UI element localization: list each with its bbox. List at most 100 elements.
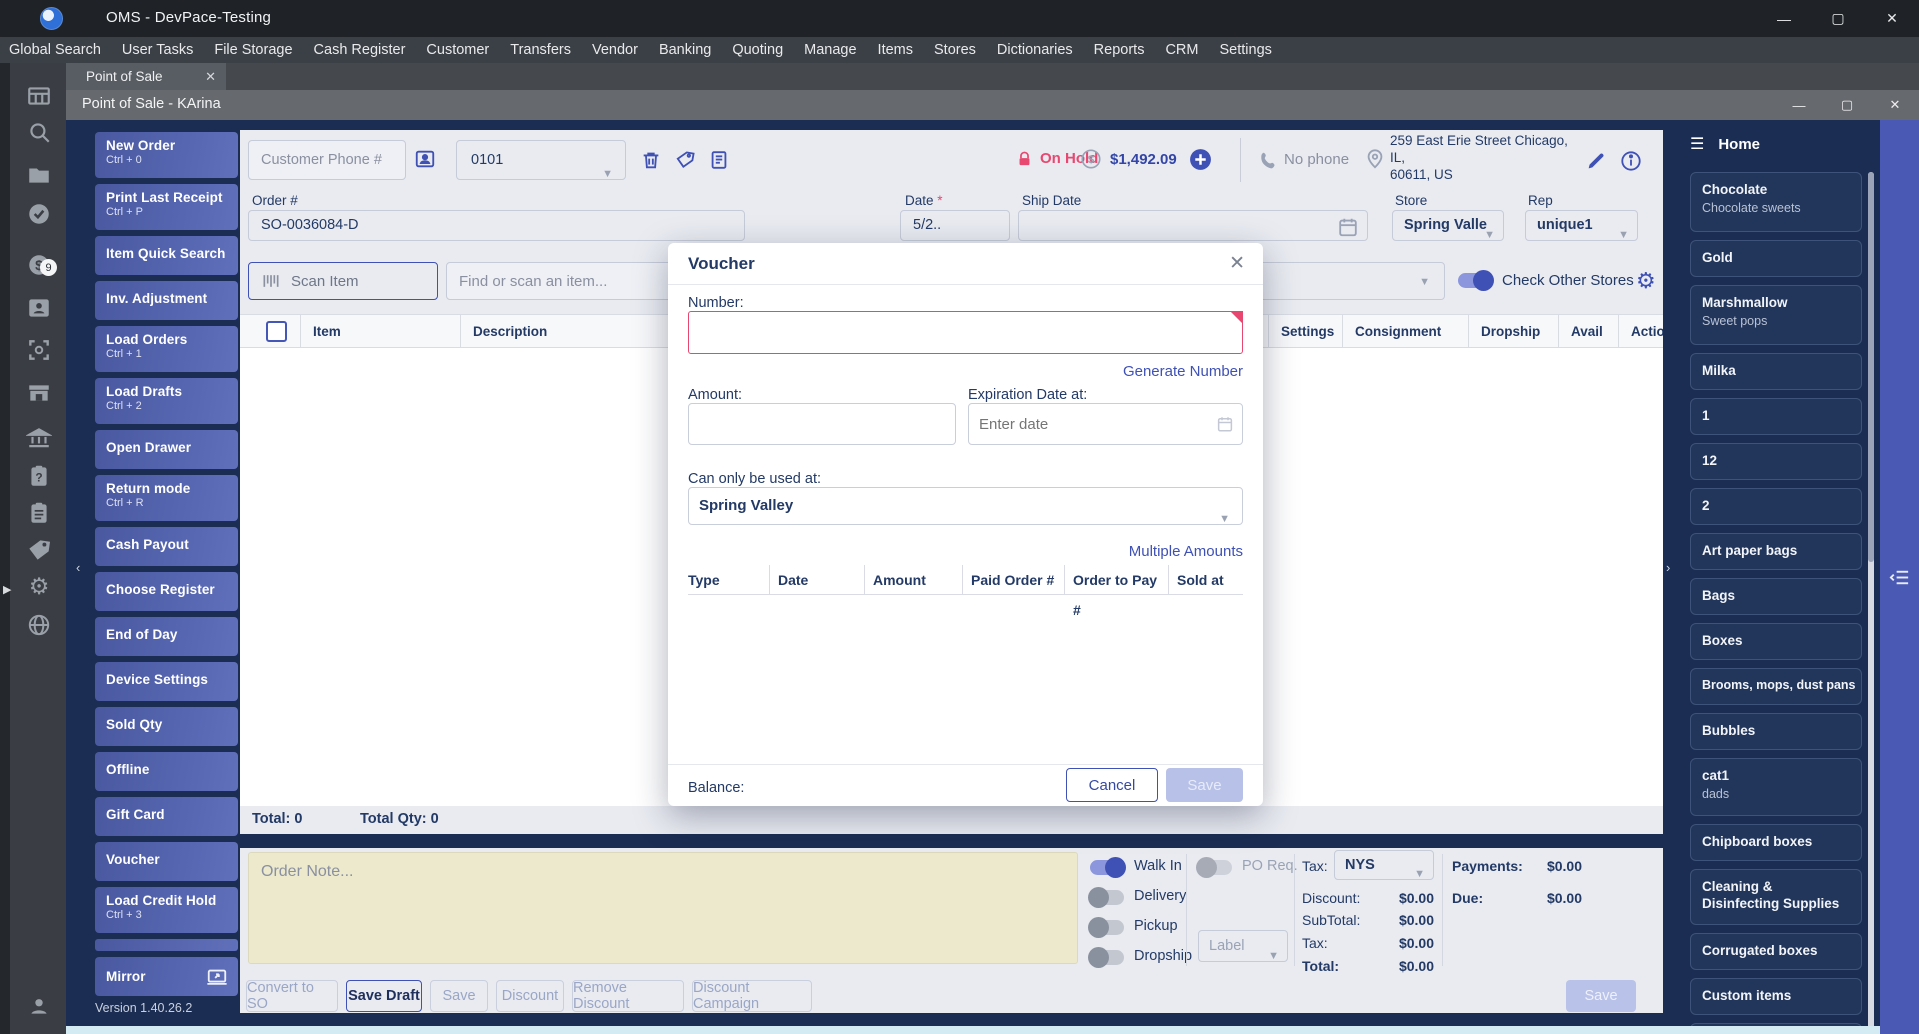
return-mode-button[interactable]: Return mode Ctrl + R (95, 475, 238, 521)
catalog-scrollbar[interactable] (1868, 172, 1874, 1034)
generate-number-link[interactable]: Generate Number (1123, 363, 1243, 380)
scrollbar-thumb[interactable] (1868, 172, 1874, 562)
minimize-button[interactable]: — (1757, 0, 1811, 37)
pickup-toggle[interactable] (1088, 917, 1124, 938)
customer-card-button[interactable] (414, 148, 436, 175)
catalog-item-2[interactable]: 2 (1690, 488, 1862, 525)
col-avail[interactable]: Avail (1558, 315, 1618, 349)
voucher-button[interactable]: Voucher (95, 842, 238, 881)
delete-order-icon[interactable] (640, 149, 662, 176)
load-orders-button[interactable]: Load Orders Ctrl + 1 (95, 326, 238, 372)
contact-card-icon[interactable] (26, 295, 52, 321)
menu-cash-register[interactable]: Cash Register (314, 42, 406, 58)
payment-save-button[interactable]: Save (1566, 980, 1636, 1012)
maximize-button[interactable]: ▢ (1811, 0, 1865, 37)
po-req-toggle[interactable] (1196, 857, 1232, 878)
offline-button[interactable]: Offline (95, 752, 238, 791)
customer-phone-input[interactable] (248, 140, 406, 180)
catalog-item-bubbles[interactable]: Bubbles (1690, 713, 1862, 750)
tag-rail-icon[interactable] (26, 537, 52, 563)
collapse-list-icon[interactable] (1888, 566, 1911, 589)
scan-frame-icon[interactable] (26, 337, 52, 363)
catalog-item-corrugated-boxes[interactable]: Corrugated boxes (1690, 933, 1862, 970)
menu-stores[interactable]: Stores (934, 42, 976, 58)
save-button[interactable]: Save (1166, 768, 1243, 802)
gear-rail-icon[interactable]: ⚙ (26, 574, 52, 600)
menu-dictionaries[interactable]: Dictionaries (997, 42, 1073, 58)
load-credit-hold-button[interactable]: Load Credit Hold Ctrl + 3 (95, 887, 238, 933)
select-all-checkbox[interactable] (266, 321, 287, 342)
col-settings[interactable]: Settings (1268, 315, 1342, 349)
menu-vendor[interactable]: Vendor (592, 42, 638, 58)
convert-to-so-button[interactable]: Convert to SO (246, 980, 338, 1012)
scan-item-button[interactable]: Scan Item (248, 262, 438, 300)
menu-quoting[interactable]: Quoting (732, 42, 783, 58)
tab-point-of-sale[interactable]: Point of Sale ✕ (66, 63, 226, 90)
check-other-stores-toggle[interactable] (1458, 270, 1494, 291)
tab-close-icon[interactable]: ✕ (205, 69, 216, 85)
ship-date-field[interactable] (1018, 210, 1368, 241)
folder-icon[interactable] (26, 162, 52, 188)
device-settings-button[interactable]: Device Settings (95, 662, 238, 701)
menu-banking[interactable]: Banking (659, 42, 711, 58)
menu-global-search[interactable]: Global Search (9, 42, 101, 58)
inv-adjustment-button[interactable]: Inv. Adjustment (95, 281, 238, 320)
calendar-icon[interactable] (1216, 415, 1234, 438)
stores-gear-icon[interactable]: ⚙ (1636, 268, 1656, 294)
save-order-button[interactable]: Save (430, 980, 488, 1012)
gift-card-button[interactable]: Gift Card (95, 797, 238, 836)
menu-reports[interactable]: Reports (1094, 42, 1145, 58)
catalog-item-gold[interactable]: Gold (1690, 240, 1862, 277)
clipboard-question-icon[interactable]: ? (26, 463, 52, 489)
walk-in-toggle[interactable] (1090, 857, 1126, 878)
catalog-item-chocolate[interactable]: Chocolate Chocolate sweets (1690, 172, 1862, 232)
save-draft-button[interactable]: Save Draft (346, 980, 422, 1012)
order-notes-icon[interactable] (708, 149, 730, 176)
close-button[interactable]: ✕ (1865, 0, 1919, 37)
menu-file-storage[interactable]: File Storage (214, 42, 292, 58)
menu-settings[interactable]: Settings (1219, 42, 1271, 58)
remove-discount-button[interactable]: Remove Discount (572, 980, 684, 1012)
store-select[interactable]: Spring Valle ▼ (1392, 210, 1504, 241)
info-icon[interactable] (1620, 150, 1642, 177)
catalog-item-brooms[interactable]: Brooms, mops, dust pans (1690, 668, 1862, 705)
bank-icon[interactable] (25, 425, 53, 451)
voucher-amount-input[interactable] (688, 403, 956, 445)
menu-customer[interactable]: Customer (426, 42, 489, 58)
tasks-check-icon[interactable] (26, 201, 52, 227)
expiration-date-input[interactable] (968, 403, 1243, 445)
menu-crm[interactable]: CRM (1165, 42, 1198, 58)
rep-select[interactable]: unique1 ▼ (1525, 210, 1638, 241)
catalog-item-chipboard-boxes[interactable]: Chipboard boxes (1690, 824, 1862, 861)
storefront-icon[interactable] (26, 380, 52, 406)
catalog-item-bags[interactable]: Bags (1690, 578, 1862, 615)
pos-close-button[interactable]: ✕ (1871, 90, 1919, 120)
calendar-icon[interactable] (1337, 216, 1359, 242)
menu-transfers[interactable]: Transfers (510, 42, 571, 58)
cash-payout-button[interactable]: Cash Payout (95, 527, 238, 566)
multiple-amounts-link[interactable]: Multiple Amounts (1129, 543, 1243, 560)
label-select[interactable]: Label ▼ (1198, 930, 1288, 962)
catalog-item-milka[interactable]: Milka (1690, 353, 1862, 390)
voucher-number-input[interactable] (688, 311, 1243, 354)
balance-dollar-icon[interactable]: $ (1080, 148, 1102, 175)
clipboard-list-icon[interactable] (26, 500, 52, 526)
register-select[interactable]: 0101 ▼ (456, 140, 626, 180)
rail-expand-arrow-icon[interactable]: ▶ (3, 583, 11, 596)
burger-menu-icon[interactable]: ☰ (1690, 134, 1704, 154)
catalog-item-marshmallow[interactable]: Marshmallow Sweet pops (1690, 285, 1862, 345)
cancel-button[interactable]: Cancel (1066, 768, 1158, 802)
right-collapse-strip[interactable] (1880, 120, 1919, 1034)
item-quick-search-button[interactable]: Item Quick Search (95, 236, 238, 275)
used-at-select[interactable]: Spring Valley ▼ (688, 487, 1243, 525)
catalog-item-cat1[interactable]: cat1 dads (1690, 758, 1862, 816)
scrolled-button-sliver[interactable] (95, 939, 238, 951)
grid-window-icon[interactable] (26, 83, 52, 109)
edit-pencil-icon[interactable] (1585, 150, 1607, 177)
user-icon[interactable] (26, 993, 52, 1019)
add-customer-plus-icon[interactable] (1188, 147, 1213, 177)
dropship-toggle[interactable] (1088, 947, 1124, 968)
order-number-field[interactable]: SO-0036084-D (248, 210, 745, 241)
col-item[interactable]: Item (300, 315, 460, 349)
end-of-day-button[interactable]: End of Day (95, 617, 238, 656)
